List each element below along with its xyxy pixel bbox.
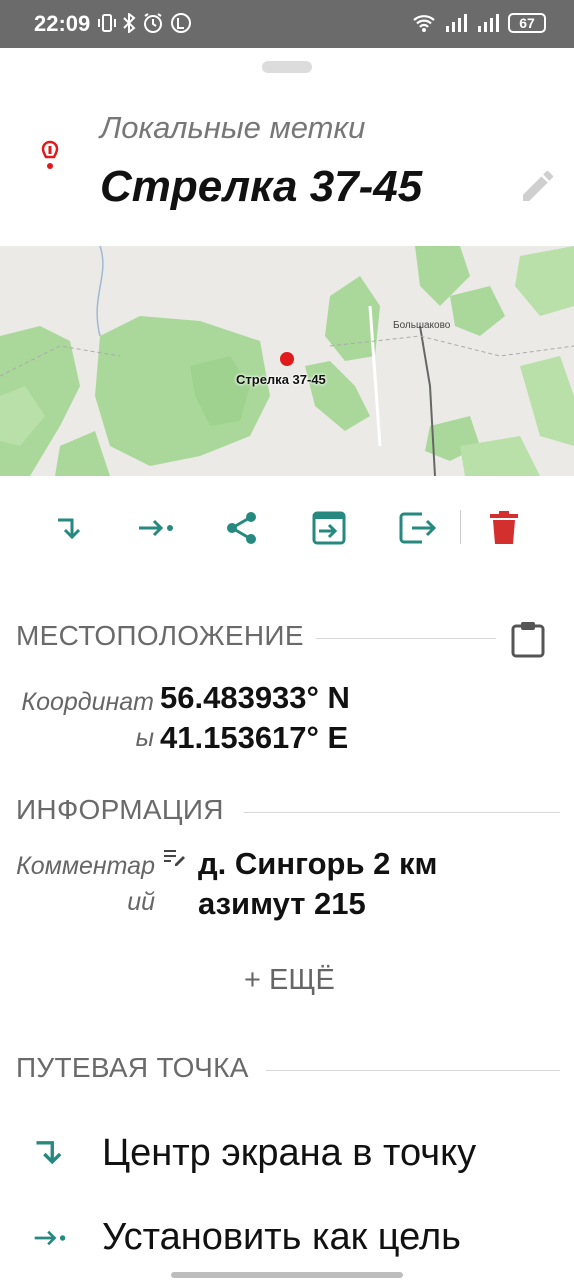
vibrate-icon <box>98 14 116 32</box>
comment-line1: д. Сингорь 2 км <box>198 846 438 881</box>
set-destination-icon <box>139 519 173 537</box>
marker-title: Стрелка 37-45 <box>100 162 423 211</box>
status-icons-right: 67 <box>412 12 546 34</box>
open-in-icon <box>312 511 346 545</box>
set-destination-item[interactable]: Установить как цель <box>0 1198 574 1278</box>
alarm-icon <box>144 13 162 33</box>
waypoint-section-divider <box>266 1070 560 1071</box>
marker-category: Локальные метки <box>100 110 366 145</box>
map-terrain <box>0 246 574 476</box>
center-on-screen-icon <box>58 518 81 540</box>
center-on-screen-icon <box>36 1141 62 1165</box>
export-button[interactable] <box>396 506 440 550</box>
comment-line2: азимут 215 <box>198 886 366 921</box>
sheet-drag-handle[interactable] <box>262 61 312 73</box>
exclamation-marker-icon <box>41 140 59 169</box>
coordinates-label-line2: ы <box>135 724 154 752</box>
longitude-value: 41.153617° E <box>160 720 349 755</box>
comment-value[interactable]: д. Сингорь 2 км азимут 215 <box>198 844 437 924</box>
map-marker-label: Стрелка 37-45 <box>236 372 326 387</box>
delete-button[interactable] <box>482 506 526 550</box>
share-button[interactable] <box>220 506 264 550</box>
comment-label-line1: Комментар <box>16 852 155 880</box>
wifi-icon <box>413 15 435 32</box>
notes-icon <box>164 850 185 866</box>
center-on-screen-label: Центр экрана в точку <box>102 1132 477 1174</box>
map-preview[interactable]: Стрелка 37-45 Большаково <box>0 246 574 476</box>
location-section-title: МЕСТОПОЛОЖЕНИЕ <box>16 620 304 651</box>
bluetooth-icon <box>123 13 136 33</box>
comment-label: Комментар ий <box>0 848 155 920</box>
set-destination-label: Установить как цель <box>102 1216 461 1258</box>
comment-label-line2: ий <box>127 888 155 916</box>
signal-icon <box>446 14 467 32</box>
status-icons-left <box>98 12 192 34</box>
waypoint-section-title: ПУТЕВАЯ ТОЧКА <box>16 1052 249 1083</box>
battery-icon: 67 <box>508 13 546 33</box>
status-bar: 22:09 67 <box>0 0 574 48</box>
info-section-title: ИНФОРМАЦИЯ <box>16 794 224 825</box>
coordinates-label-line1: Координат <box>21 688 154 716</box>
set-destination-button[interactable] <box>134 506 178 550</box>
location-section-divider <box>316 638 496 639</box>
location-l-icon <box>171 13 191 33</box>
edit-icon[interactable] <box>518 166 558 206</box>
export-icon <box>399 512 437 544</box>
clipboard-icon[interactable] <box>510 620 546 658</box>
open-in-button[interactable] <box>307 506 351 550</box>
latitude-value: 56.483933° N <box>160 680 350 715</box>
map-town-label: Большаково <box>393 320 451 331</box>
info-section-divider <box>244 812 560 813</box>
share-icon <box>227 512 256 544</box>
more-button[interactable]: + ЕЩЁ <box>244 964 335 997</box>
delete-icon <box>490 511 518 544</box>
action-toolbar <box>0 498 574 558</box>
signal-icon-2 <box>478 14 499 32</box>
coordinates-value[interactable]: 56.483933° N 41.153617° E <box>160 678 350 758</box>
center-on-screen-item[interactable]: Центр экрана в точку <box>0 1114 574 1194</box>
gesture-nav-bar[interactable] <box>171 1272 403 1278</box>
status-time: 22:09 <box>34 11 91 36</box>
center-on-screen-button[interactable] <box>48 506 92 550</box>
coordinates-label: Координат ы <box>0 684 154 756</box>
toolbar-divider <box>460 510 461 544</box>
set-destination-icon <box>34 1230 66 1246</box>
